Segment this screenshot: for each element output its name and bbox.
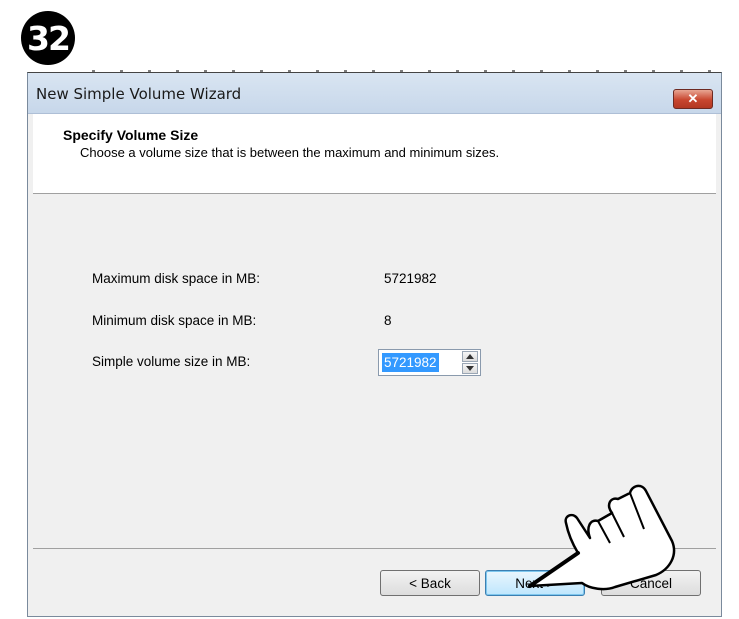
up-arrow-icon [466, 354, 474, 359]
close-button[interactable]: ✕ [673, 89, 713, 109]
volume-size-input[interactable]: 5721982 [382, 353, 439, 372]
cancel-button[interactable]: Cancel [601, 570, 701, 596]
step-number-badge: 32 [21, 11, 75, 65]
max-space-value: 5721982 [384, 271, 437, 286]
down-arrow-icon [466, 366, 474, 371]
title-bar[interactable]: New Simple Volume Wizard ✕ [28, 73, 721, 114]
wizard-header: Specify Volume Size Choose a volume size… [33, 114, 716, 194]
footer-divider [33, 548, 716, 549]
min-space-value: 8 [384, 313, 392, 328]
window-title: New Simple Volume Wizard [36, 85, 242, 103]
wizard-window: New Simple Volume Wizard ✕ Specify Volum… [27, 72, 722, 617]
volume-size-stepper[interactable]: 5721982 [378, 349, 481, 376]
page-subtitle: Choose a volume size that is between the… [80, 145, 500, 160]
volume-size-label: Simple volume size in MB: [92, 354, 251, 369]
spin-down-button[interactable] [462, 363, 478, 374]
min-space-label: Minimum disk space in MB: [92, 313, 257, 328]
page-title: Specify Volume Size [63, 127, 199, 143]
next-button[interactable]: Next > [485, 570, 585, 596]
back-button[interactable]: < Back [380, 570, 480, 596]
close-icon: ✕ [687, 91, 699, 106]
max-space-label: Maximum disk space in MB: [92, 271, 261, 286]
spin-up-button[interactable] [462, 351, 478, 362]
